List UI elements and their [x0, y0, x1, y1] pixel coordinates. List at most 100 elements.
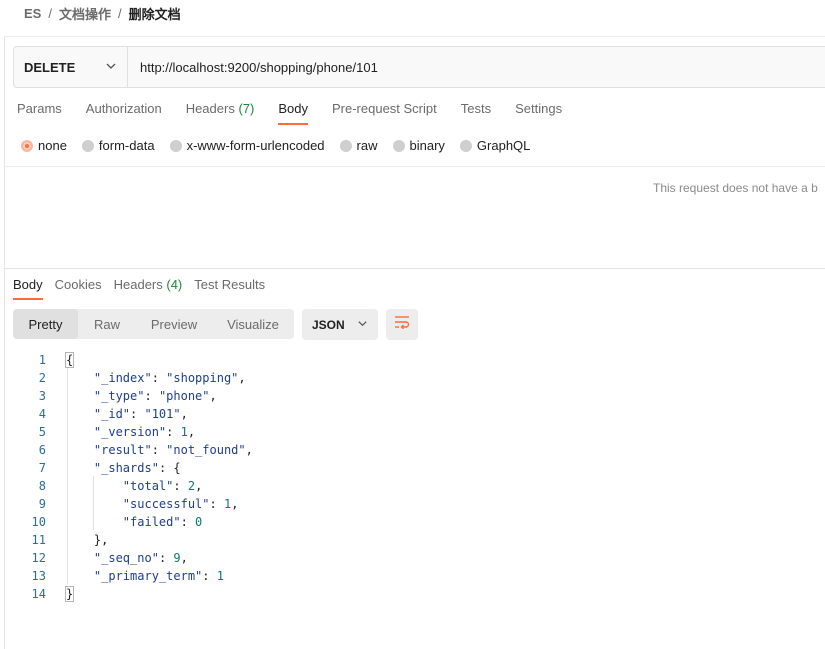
tab-label: Body [13, 277, 43, 292]
tab-label: Tests [460, 101, 492, 116]
tab-authorization[interactable]: Authorization [86, 101, 162, 127]
code-text: }, [46, 531, 108, 549]
radio-label: form-data [98, 138, 155, 153]
radio-none[interactable]: none [21, 138, 67, 153]
radio-form-data[interactable]: form-data [81, 138, 155, 153]
line-number: 5 [38, 425, 46, 439]
json-value: "101" [144, 407, 181, 421]
radio-icon [392, 139, 405, 152]
json-value: 1 [223, 497, 232, 511]
json-key: "_type" [93, 389, 145, 403]
tab-count: (7) [238, 101, 255, 116]
url-input[interactable]: http://localhost:9200/shopping/phone/101 [128, 47, 825, 87]
radio-label: x-www-form-urlencoded [186, 138, 325, 153]
line-number: 8 [38, 479, 46, 493]
response-body[interactable]: 1 { 2 "_index": "shopping", 3 "_type": "p… [0, 351, 253, 603]
code-text: "_id": "101", [93, 407, 188, 421]
radio-binary[interactable]: binary [392, 138, 445, 153]
json-key: "successful" [122, 497, 210, 511]
line-number: 10 [31, 515, 46, 529]
format-label: JSON [312, 317, 345, 332]
code-line: 4 "_id": "101", [0, 405, 253, 423]
brace: } [65, 586, 75, 602]
radio-icon [169, 139, 182, 152]
json-key: "_version" [93, 425, 167, 439]
radio-graphql[interactable]: GraphQL [459, 138, 531, 153]
tab-label: Cookies [54, 277, 102, 292]
mode-preview[interactable]: Preview [136, 309, 212, 339]
code-line: 2 "_index": "shopping", [0, 369, 253, 387]
tab-headers[interactable]: Headers (7) [186, 101, 255, 127]
code-line: 3 "_type": "phone", [0, 387, 253, 405]
mode-raw[interactable]: Raw [78, 309, 136, 339]
tab-pre-request-script[interactable]: Pre-request Script [332, 101, 437, 127]
radio-icon [459, 139, 472, 152]
tab-tests[interactable]: Tests [461, 101, 491, 127]
json-key: "_primary_term" [93, 569, 203, 583]
response-tabs: Body Cookies Headers (4) Test Results [13, 277, 277, 303]
json-value: 0 [195, 515, 203, 529]
response-divider[interactable] [5, 268, 825, 269]
tab-label: Test Results [194, 277, 266, 292]
json-value: 2 [187, 479, 196, 493]
header-divider [5, 36, 825, 37]
mode-visualize[interactable]: Visualize [212, 309, 294, 339]
radio-raw[interactable]: raw [339, 138, 378, 153]
code-text: "_seq_no": 9, [93, 551, 188, 565]
json-key: "_index" [93, 371, 152, 385]
code-text: "_version": 1, [93, 425, 196, 439]
line-number: 13 [31, 569, 46, 583]
tab-count: (4) [166, 277, 183, 292]
code-line: 13 "_primary_term": 1 [0, 567, 253, 585]
radio-icon [339, 139, 352, 152]
code-line: 12 "_seq_no": 9, [0, 549, 253, 567]
no-body-message: This request does not have a b [653, 181, 818, 195]
code-text: "_primary_term": 1 [93, 569, 224, 583]
response-tab-headers[interactable]: Headers (4) [114, 277, 183, 303]
code-text: "total": 2, [122, 479, 203, 493]
divider [5, 166, 825, 167]
line-number: 6 [38, 443, 46, 457]
json-value: 9 [173, 551, 181, 565]
line-number: 12 [31, 551, 46, 565]
tab-params[interactable]: Params [17, 101, 62, 127]
response-tab-test-results[interactable]: Test Results [194, 277, 265, 303]
tab-label: Headers [113, 277, 163, 292]
line-number: 1 [38, 353, 46, 367]
radio-icon [81, 139, 94, 152]
code-line: 10 "failed": 0 [0, 513, 253, 531]
breadcrumb: ES / 文档操作 / 删除文档 [24, 4, 181, 22]
body-type-radios: none form-data x-www-form-urlencoded raw… [21, 138, 545, 153]
code-text: "_type": "phone", [93, 389, 217, 403]
tab-label: Body [278, 101, 308, 116]
line-number: 4 [38, 407, 46, 421]
tab-settings[interactable]: Settings [515, 101, 562, 127]
tab-label: Settings [515, 101, 563, 116]
breadcrumb-item-es[interactable]: ES [24, 6, 41, 21]
method-select[interactable]: DELETE [14, 47, 128, 87]
breadcrumb-item-folder[interactable]: 文档操作 [59, 4, 111, 23]
tab-body[interactable]: Body [278, 101, 308, 127]
brace: { [65, 352, 75, 368]
breadcrumb-separator: / [117, 5, 122, 21]
json-value: 1 [180, 425, 188, 439]
code-text: "_index": "shopping", [93, 371, 246, 385]
wrap-lines-button[interactable] [386, 309, 418, 340]
mode-pretty[interactable]: Pretty [13, 309, 78, 339]
line-number: 7 [38, 461, 46, 475]
response-tab-body[interactable]: Body [13, 277, 43, 303]
response-tab-cookies[interactable]: Cookies [55, 277, 102, 303]
code-text: } [46, 585, 75, 603]
radio-x-www-form-urlencoded[interactable]: x-www-form-urlencoded [169, 138, 325, 153]
format-select[interactable]: JSON [302, 309, 378, 340]
radio-label: none [38, 138, 67, 153]
breadcrumb-current[interactable]: 删除文档 [129, 4, 181, 23]
breadcrumb-separator: / [48, 5, 52, 21]
request-bar: DELETE http://localhost:9200/shopping/ph… [13, 46, 825, 88]
tab-label: Authorization [85, 101, 162, 116]
brace: { [173, 461, 181, 475]
line-number: 11 [31, 533, 46, 547]
json-value: "not_found" [166, 443, 246, 457]
radio-label: GraphQL [476, 138, 531, 153]
tab-label: Pre-request Script [331, 101, 437, 116]
